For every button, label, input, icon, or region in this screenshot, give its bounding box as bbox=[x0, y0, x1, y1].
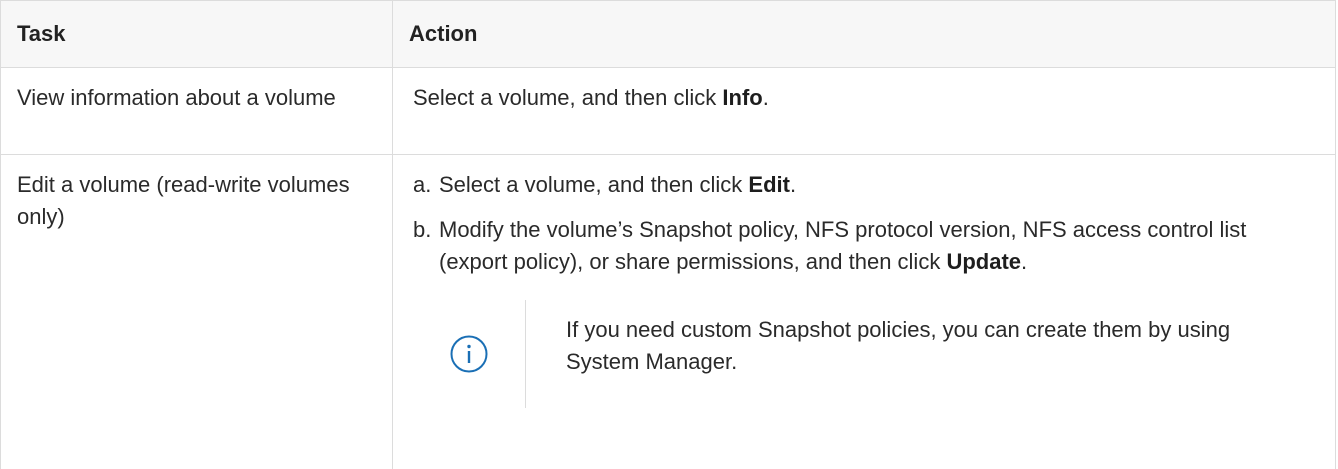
action-cell: Select a volume, and then click Info. bbox=[393, 68, 1336, 155]
task-cell: Edit a volume (read-write volumes only) bbox=[1, 155, 393, 469]
step-text-main: Modify the volume’s Snapshot policy, NFS… bbox=[439, 217, 1246, 274]
task-cell: View information about a volume bbox=[1, 68, 393, 155]
list-item: a. Select a volume, and then click Edit. bbox=[413, 169, 1319, 201]
table-header-row: Task Action bbox=[1, 1, 1336, 68]
step-letter: a. bbox=[413, 169, 439, 201]
note-callout: If you need custom Snapshot policies, yo… bbox=[413, 300, 1319, 408]
list-item: b. Modify the volume’s Snapshot policy, … bbox=[413, 214, 1319, 278]
info-icon bbox=[449, 334, 489, 374]
task-action-table: Task Action View information about a vol… bbox=[0, 0, 1336, 469]
note-icon-container bbox=[413, 300, 526, 408]
action-text: Select a volume, and then click bbox=[413, 85, 722, 110]
action-cell: a. Select a volume, and then click Edit.… bbox=[393, 155, 1336, 469]
header-task: Task bbox=[1, 1, 393, 68]
table-row: View information about a volume Select a… bbox=[1, 68, 1336, 155]
step-letter: b. bbox=[413, 214, 439, 278]
note-text: If you need custom Snapshot policies, yo… bbox=[526, 300, 1319, 408]
steps-list: a. Select a volume, and then click Edit.… bbox=[413, 169, 1319, 278]
header-action: Action bbox=[393, 1, 1336, 68]
step-text: Select a volume, and then click Edit. bbox=[439, 169, 1319, 201]
step-punct: . bbox=[1021, 249, 1027, 274]
step-text-main: Select a volume, and then click bbox=[439, 172, 748, 197]
action-bold: Info bbox=[722, 85, 762, 110]
step-bold: Edit bbox=[748, 172, 790, 197]
table-row: Edit a volume (read-write volumes only) … bbox=[1, 155, 1336, 469]
step-bold: Update bbox=[946, 249, 1021, 274]
step-text: Modify the volume’s Snapshot policy, NFS… bbox=[439, 214, 1319, 278]
action-punct: . bbox=[763, 85, 769, 110]
step-punct: . bbox=[790, 172, 796, 197]
